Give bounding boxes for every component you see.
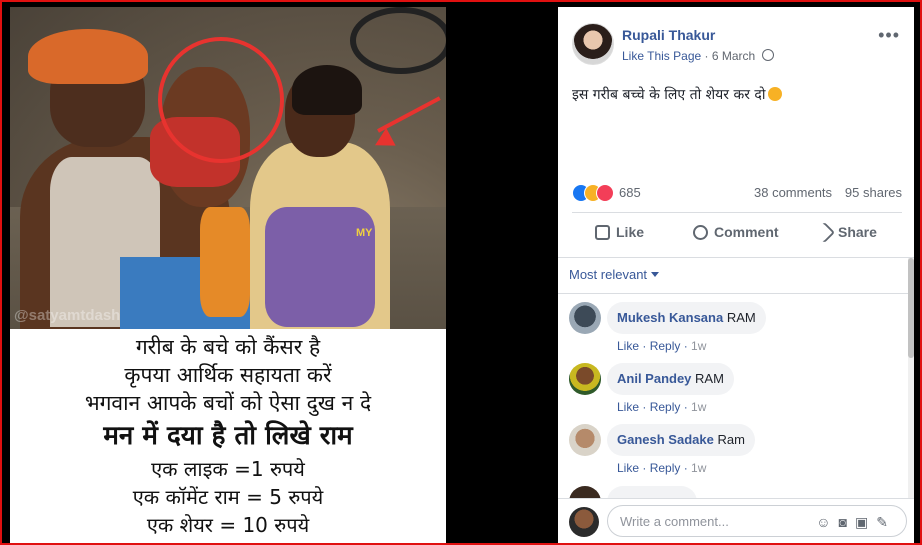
comment-label: Comment	[714, 224, 779, 240]
comment-like-link[interactable]: Like	[617, 400, 639, 414]
kiss-emoji-icon	[768, 87, 783, 101]
photo-scene: MY @satyamtdash	[10, 7, 446, 329]
comment-reply-link[interactable]: Reply	[650, 339, 681, 353]
comment-input[interactable]: Write a comment... ☺◙▣✎	[607, 505, 907, 537]
love-reaction-icon[interactable]	[596, 184, 614, 202]
comment-item: Mukesh Kansana RAM Like · Reply · 1w	[558, 302, 908, 362]
caption-line: गरीब के बचे को कैंसर है	[135, 335, 321, 359]
post-text: इस गरीब बच्चे के लिए तो शेयर कर दो	[572, 85, 783, 104]
comment-icon	[693, 225, 708, 240]
author-name[interactable]: Rupali Thakur	[622, 27, 715, 43]
comment-input-tools: ☺◙▣✎	[816, 514, 896, 531]
emoji-icon[interactable]: ☺	[816, 514, 838, 530]
gif-icon[interactable]: ▣	[855, 514, 876, 530]
facebook-post-panel: Rupali Thakur Like This Page · 6 March •…	[558, 7, 914, 543]
current-user-avatar	[569, 507, 599, 537]
like-page-link[interactable]: Like This Page	[622, 49, 701, 63]
like-label: Like	[616, 224, 645, 240]
post-actions: Like Comment Share	[572, 213, 902, 253]
comment-reply-link[interactable]: Reply	[650, 461, 681, 475]
post-header: Rupali Thakur Like This Page · 6 March •…	[558, 7, 914, 77]
photo-caption: गरीब के बचे को कैंसर है कृपया आर्थिक सहा…	[10, 329, 446, 543]
divider	[558, 293, 908, 294]
photo-watermark-my: MY	[356, 227, 373, 239]
red-circle-highlight	[158, 37, 284, 163]
comment-text: Ram	[717, 432, 745, 447]
author-avatar[interactable]	[572, 23, 614, 65]
caption-line: कृपया आर्थिक सहायता करें	[124, 363, 332, 387]
man-turban	[28, 29, 148, 84]
caption-line: भगवान आपके बचों को ऐसा दुख न दे	[84, 391, 372, 415]
comment-button[interactable]: Comment	[693, 224, 779, 240]
commenter-avatar[interactable]	[569, 424, 601, 456]
sort-label: Most relevant	[569, 267, 648, 282]
comments-section: Most relevant Mukesh Kansana RAM Like · …	[558, 258, 914, 518]
comment-like-link[interactable]: Like	[617, 339, 639, 353]
post-photo[interactable]: MY @satyamtdash गरीब के बचे को कैंसर है …	[10, 7, 446, 543]
comment-meta: Like · Reply · 1w	[617, 400, 707, 414]
comment-time[interactable]: 1w	[691, 461, 706, 475]
globe-icon	[761, 49, 774, 61]
comment-input-placeholder: Write a comment...	[620, 514, 729, 529]
more-options-icon[interactable]: •••	[878, 25, 900, 46]
caption-line: एक लाइक =1 रुपये	[151, 457, 305, 481]
reaction-count[interactable]: 685	[619, 185, 641, 200]
sticker-icon[interactable]: ✎	[876, 514, 896, 530]
comment-meta: Like · Reply · 1w	[617, 339, 707, 353]
caret-down-icon	[651, 272, 660, 277]
photo-watermark: @satyamtdash	[14, 307, 121, 324]
comment-sort-dropdown[interactable]: Most relevant	[569, 267, 660, 282]
scrollbar-thumb[interactable]	[908, 258, 914, 358]
post-date[interactable]: 6 March	[712, 49, 755, 63]
woman-hair	[292, 65, 362, 115]
comment-bubble: Anil Pandey RAM	[607, 363, 734, 395]
comment-item: Ganesh Sadake Ram Like · Reply · 1w	[558, 424, 908, 484]
commenter-name[interactable]: Anil Pandey	[617, 371, 691, 386]
share-arrow-icon	[813, 221, 836, 244]
commenter-avatar[interactable]	[569, 363, 601, 395]
comment-text: RAM	[695, 371, 724, 386]
comment-like-link[interactable]: Like	[617, 461, 639, 475]
comment-meta: Like · Reply · 1w	[617, 461, 707, 475]
commenter-avatar[interactable]	[569, 302, 601, 334]
comment-bubble: Ganesh Sadake Ram	[607, 424, 755, 456]
comment-time[interactable]: 1w	[691, 400, 706, 414]
child-pants	[200, 207, 250, 317]
commenter-name[interactable]: Ganesh Sadake	[617, 432, 714, 447]
write-comment-bar: Write a comment... ☺◙▣✎	[558, 498, 914, 543]
caption-line: मन में दया है तो लिखे राम	[103, 421, 353, 451]
commenter-name[interactable]: Mukesh Kansana	[617, 310, 723, 325]
comment-text: RAM	[726, 310, 756, 325]
shares-count[interactable]: 95 shares	[845, 185, 902, 200]
thumbs-up-icon	[595, 225, 610, 240]
comment-bubble: Mukesh Kansana RAM	[607, 302, 766, 334]
comments-count[interactable]: 38 comments	[754, 185, 832, 200]
woman-sari	[265, 207, 375, 327]
share-button[interactable]: Share	[813, 221, 877, 244]
screenshot-frame: MY @satyamtdash गरीब के बचे को कैंसर है …	[0, 0, 922, 545]
comment-time[interactable]: 1w	[691, 339, 706, 353]
caption-line: एक कॉमेंट राम = 5 रुपये	[132, 485, 324, 509]
comments-scrollbar[interactable]	[908, 258, 914, 498]
red-arrow	[377, 96, 441, 133]
post-meta: Like This Page · 6 March	[622, 49, 774, 63]
post-stats: 685 38 comments 95 shares	[572, 183, 902, 203]
red-arrow-head	[370, 127, 396, 155]
meta-separator: ·	[704, 49, 712, 63]
bike-wheel	[350, 7, 446, 74]
comment-item: Anil Pandey RAM Like · Reply · 1w	[558, 363, 908, 423]
camera-icon[interactable]: ◙	[839, 514, 855, 530]
post-text-content: इस गरीब बच्चे के लिए तो शेयर कर दो	[572, 87, 766, 103]
share-label: Share	[838, 224, 877, 240]
caption-line: एक शेयर = 10 रुपये	[146, 513, 310, 537]
like-button[interactable]: Like	[595, 224, 644, 240]
comment-reply-link[interactable]: Reply	[650, 400, 681, 414]
